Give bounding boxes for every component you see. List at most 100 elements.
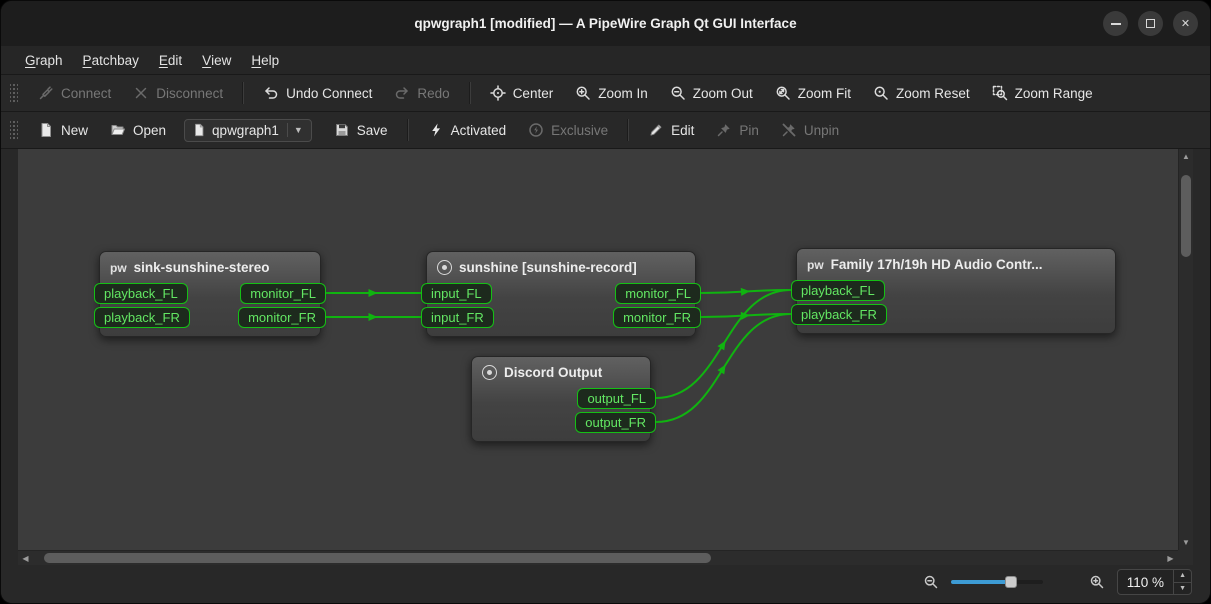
menu-view-key: V — [202, 53, 211, 68]
new-button[interactable]: New — [28, 117, 98, 143]
horizontal-scroll-track[interactable] — [33, 551, 1163, 565]
connection-edge[interactable] — [701, 290, 791, 293]
menu-graph[interactable]: Graph — [15, 46, 73, 74]
connect-button[interactable]: Connect — [28, 80, 121, 106]
graph-node-family[interactable]: pwFamily 17h/19h HD Audio Contr...playba… — [796, 248, 1116, 334]
status-zoom-out-icon[interactable] — [923, 574, 939, 590]
menu-graph-rest: raph — [36, 53, 63, 68]
port-playback_FR[interactable]: playback_FR — [791, 304, 887, 325]
graph-node-discord[interactable]: Discord Outputoutput_FLoutput_FR — [471, 356, 651, 442]
vertical-scroll-track[interactable] — [1179, 164, 1193, 535]
pin-label: Pin — [739, 123, 759, 138]
zoom-range-button[interactable]: Zoom Range — [982, 80, 1103, 106]
port-output_FL[interactable]: output_FL — [577, 388, 656, 409]
port-playback_FL[interactable]: playback_FL — [791, 280, 885, 301]
horizontal-scroll-thumb[interactable] — [44, 553, 711, 563]
connection-arrow — [717, 362, 729, 374]
patchbay-selector[interactable]: qpwgraph1 ▼ — [184, 119, 312, 142]
port-input_FR[interactable]: input_FR — [421, 307, 494, 328]
menu-view[interactable]: View — [192, 46, 241, 74]
graph-canvas[interactable]: pwsink-sunshine-stereoplayback_FLmonitor… — [18, 149, 1178, 550]
undo-icon — [263, 85, 279, 101]
port-monitor_FL[interactable]: monitor_FL — [615, 283, 701, 304]
activated-label: Activated — [451, 123, 507, 138]
node-title: Family 17h/19h HD Audio Contr... — [831, 257, 1043, 272]
toolbar-separator — [242, 82, 244, 104]
close-button[interactable]: ✕ — [1173, 11, 1198, 36]
vertical-scroll-thumb[interactable] — [1181, 175, 1191, 257]
connection-edge[interactable] — [701, 314, 791, 317]
open-button[interactable]: Open — [100, 117, 176, 143]
undo-connect-button[interactable]: Undo Connect — [253, 80, 382, 106]
unpin-button[interactable]: Unpin — [771, 117, 849, 143]
zoom-fit-icon — [775, 85, 791, 101]
status-zoom-in-icon[interactable] — [1089, 574, 1105, 590]
connection-arrow — [741, 287, 751, 296]
horizontal-scrollbar[interactable]: ◀ ▶ — [18, 550, 1178, 565]
port-playback_FR[interactable]: playback_FR — [94, 307, 190, 328]
statusbar: 110 % ▲ ▼ — [1, 565, 1210, 603]
zoom-in-label: Zoom In — [598, 86, 648, 101]
zoom-reset-icon — [873, 85, 889, 101]
menu-help[interactable]: Help — [241, 46, 289, 74]
port-monitor_FL[interactable]: monitor_FL — [240, 283, 326, 304]
menu-edit[interactable]: Edit — [149, 46, 192, 74]
menu-patchbay[interactable]: Patchbay — [73, 46, 149, 74]
disconnect-button[interactable]: Disconnect — [123, 80, 233, 106]
zoom-in-button[interactable]: Zoom In — [565, 80, 658, 106]
vertical-scrollbar[interactable]: ▲ ▼ — [1178, 149, 1193, 550]
edit-label: Edit — [671, 123, 694, 138]
zoom-out-label: Zoom Out — [693, 86, 753, 101]
zoom-out-button[interactable]: Zoom Out — [660, 80, 763, 106]
zoom-slider-track[interactable] — [951, 580, 1043, 584]
activated-button[interactable]: Activated — [418, 117, 517, 143]
scroll-right-icon[interactable]: ▶ — [1163, 551, 1178, 565]
port-monitor_FR[interactable]: monitor_FR — [238, 307, 326, 328]
port-playback_FL[interactable]: playback_FL — [94, 283, 188, 304]
save-label: Save — [357, 123, 388, 138]
connection-arrow — [369, 289, 378, 297]
graph-node-sink[interactable]: pwsink-sunshine-stereoplayback_FLmonitor… — [99, 251, 321, 337]
zoom-slider[interactable] — [951, 573, 1043, 591]
port-output_FR[interactable]: output_FR — [575, 412, 656, 433]
redo-icon — [394, 85, 410, 101]
save-button[interactable]: Save — [324, 117, 398, 143]
scroll-left-icon[interactable]: ◀ — [18, 551, 33, 565]
scroll-down-icon[interactable]: ▼ — [1179, 535, 1193, 550]
open-label: Open — [133, 123, 166, 138]
exclusive-button[interactable]: Exclusive — [518, 117, 618, 143]
exclusive-label: Exclusive — [551, 123, 608, 138]
pin-button[interactable]: Pin — [706, 117, 769, 143]
zoom-spinbox[interactable]: 110 % ▲ ▼ — [1117, 569, 1192, 595]
menu-patchbay-rest: atchbay — [92, 53, 139, 68]
maximize-button[interactable] — [1138, 11, 1163, 36]
toolbar-drag-handle[interactable] — [10, 83, 18, 103]
zoom-slider-handle[interactable] — [1005, 576, 1017, 588]
menu-edit-rest: dit — [168, 53, 182, 68]
center-button[interactable]: Center — [480, 80, 564, 106]
titlebar[interactable]: qpwgraph1 [modified] — A PipeWire Graph … — [1, 1, 1210, 46]
canvas-area: pwsink-sunshine-stereoplayback_FLmonitor… — [18, 149, 1193, 565]
minimize-button[interactable] — [1103, 11, 1128, 36]
app-window: qpwgraph1 [modified] — A PipeWire Graph … — [0, 0, 1211, 604]
edit-button[interactable]: Edit — [638, 117, 704, 143]
port-input_FL[interactable]: input_FL — [421, 283, 492, 304]
zoom-reset-button[interactable]: Zoom Reset — [863, 80, 980, 106]
scroll-up-icon[interactable]: ▲ — [1179, 149, 1193, 164]
undo-connect-label: Undo Connect — [286, 86, 372, 101]
toolbar-separator — [627, 119, 629, 141]
edit-pencil-icon — [648, 122, 664, 138]
toolbar-drag-handle[interactable] — [10, 120, 18, 140]
graph-node-sunshine[interactable]: sunshine [sunshine-record]input_FLmonito… — [426, 251, 696, 337]
port-monitor_FR[interactable]: monitor_FR — [613, 307, 701, 328]
spin-up-icon[interactable]: ▲ — [1174, 570, 1191, 583]
record-icon — [437, 260, 452, 275]
disconnect-icon — [133, 85, 149, 101]
minimize-icon — [1111, 23, 1121, 25]
zoom-fit-button[interactable]: Zoom Fit — [765, 80, 861, 106]
spin-down-icon[interactable]: ▼ — [1174, 583, 1191, 595]
chevron-down-icon: ▼ — [287, 123, 309, 137]
node-title: sunshine [sunshine-record] — [459, 260, 637, 275]
redo-button[interactable]: Redo — [384, 80, 459, 106]
zoom-spin-arrows: ▲ ▼ — [1173, 570, 1191, 594]
